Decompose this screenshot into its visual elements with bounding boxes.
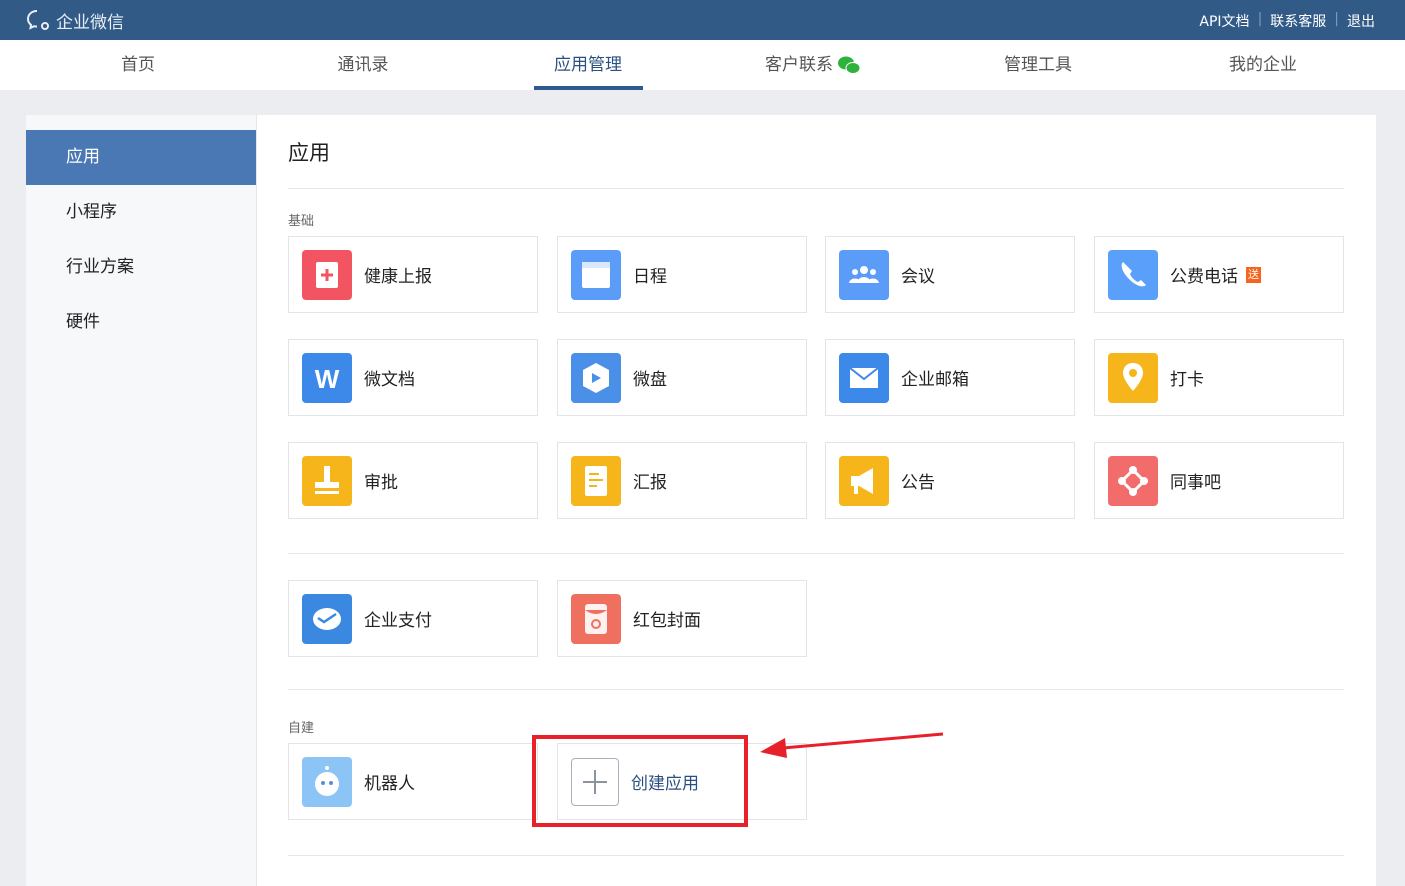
app-label: 微盘 <box>633 370 667 390</box>
payment-icon <box>302 593 352 644</box>
tab-label: 应用管理 <box>554 55 622 75</box>
announcement-icon <box>839 455 889 506</box>
tab-label: 首页 <box>121 55 155 75</box>
app-card[interactable]: 健康上报 <box>288 236 538 313</box>
app-label: 打卡 <box>1170 370 1204 390</box>
app-label: 公告 <box>901 473 935 493</box>
sidebar-item-mini-programs[interactable]: 小程序 <box>26 185 256 240</box>
app-label: 会议 <box>901 267 935 287</box>
app-label: 审批 <box>364 473 398 493</box>
app-label: 同事吧 <box>1170 473 1221 493</box>
tab-customer-contact[interactable]: 客户联系 <box>765 40 861 90</box>
tab-my-company[interactable]: 我的企业 <box>1229 40 1297 90</box>
main-nav: 首页 通讯录 应用管理 客户联系 管理工具 我的企业 <box>0 40 1405 90</box>
top-bar: 企业微信 API文档 | 联系客服 | 退出 <box>0 0 1405 40</box>
wechat-icon <box>838 56 861 74</box>
tab-contacts[interactable]: 通讯录 <box>338 40 389 90</box>
tab-app-management[interactable]: 应用管理 <box>554 40 622 90</box>
app-card[interactable]: 机器人 <box>288 743 538 820</box>
app-label: 企业支付 <box>364 611 432 631</box>
app-card[interactable]: 公费电话送 <box>1094 236 1344 313</box>
app-card[interactable]: 打卡 <box>1094 339 1344 416</box>
app-card[interactable]: 企业支付 <box>288 580 538 657</box>
app-label: 公费电话 <box>1170 267 1238 287</box>
doc-icon: W <box>302 352 352 403</box>
arrow-annotation <box>760 732 944 758</box>
sidebar: 应用 小程序 行业方案 硬件 <box>26 115 257 886</box>
gift-badge: 送 <box>1246 266 1261 283</box>
app-card[interactable]: 企业邮箱 <box>825 339 1075 416</box>
app-card[interactable]: W 微文档 <box>288 339 538 416</box>
app-label: 汇报 <box>633 473 667 493</box>
sidebar-item-hardware[interactable]: 硬件 <box>26 295 256 350</box>
wecom-logo-icon <box>26 9 49 30</box>
app-card[interactable]: 同事吧 <box>1094 442 1344 519</box>
logout-link[interactable]: 退出 <box>1347 11 1375 31</box>
tab-label: 通讯录 <box>337 55 389 75</box>
sidebar-item-apps[interactable]: 应用 <box>26 130 256 185</box>
brand-logo[interactable]: 企业微信 <box>26 8 124 33</box>
divider <box>288 689 1344 690</box>
main-panel: 应用 基础 自建 创建应用 健康上报 日程 会议 公费电话送 W 微文档 微盘 企业邮箱 打卡审… <box>257 115 1376 886</box>
drive-icon <box>571 352 621 403</box>
app-card[interactable]: 会议 <box>825 236 1075 313</box>
divider: | <box>1334 11 1339 27</box>
page-title: 应用 <box>288 141 330 165</box>
divider: | <box>1257 11 1263 27</box>
colleague-icon <box>1108 455 1158 506</box>
sidebar-item-industry-solutions[interactable]: 行业方案 <box>26 240 256 295</box>
section-custom-label: 自建 <box>288 721 315 736</box>
brand-name: 企业微信 <box>56 13 124 33</box>
tab-home[interactable]: 首页 <box>121 40 155 90</box>
active-tab-indicator <box>534 86 643 90</box>
app-label: 企业邮箱 <box>901 370 969 390</box>
tab-label: 客户联系 <box>765 55 833 75</box>
robot-icon <box>302 756 352 807</box>
checkin-icon <box>1108 352 1158 403</box>
mail-icon <box>839 352 889 403</box>
api-docs-link[interactable]: API文档 <box>1199 11 1249 31</box>
phone-icon <box>1108 249 1158 300</box>
contact-support-link[interactable]: 联系客服 <box>1270 11 1326 31</box>
calendar-icon <box>571 249 621 300</box>
health-report-icon <box>302 249 352 300</box>
approval-icon <box>302 455 352 506</box>
section-basic-label: 基础 <box>288 214 315 229</box>
app-label: 机器人 <box>364 774 415 794</box>
divider <box>288 188 1344 189</box>
app-card[interactable]: 审批 <box>288 442 538 519</box>
divider <box>288 855 1344 856</box>
tab-label: 我的企业 <box>1229 55 1297 75</box>
app-card[interactable]: 微盘 <box>557 339 807 416</box>
highlight-box <box>532 735 748 827</box>
app-card[interactable]: 日程 <box>557 236 807 313</box>
app-card[interactable]: 公告 <box>825 442 1075 519</box>
report-icon <box>571 455 621 506</box>
tab-admin-tools[interactable]: 管理工具 <box>1004 40 1072 90</box>
app-card[interactable]: 汇报 <box>557 442 807 519</box>
meeting-icon <box>839 249 889 300</box>
red-envelope-icon <box>571 593 621 644</box>
app-label: 微文档 <box>364 370 415 390</box>
app-card[interactable]: 红包封面 <box>557 580 807 657</box>
tab-label: 管理工具 <box>1004 55 1072 75</box>
svg-text:W: W <box>315 364 340 394</box>
app-label: 红包封面 <box>633 611 701 631</box>
app-label: 健康上报 <box>364 267 432 287</box>
divider <box>288 553 1344 554</box>
app-label: 日程 <box>633 267 667 287</box>
